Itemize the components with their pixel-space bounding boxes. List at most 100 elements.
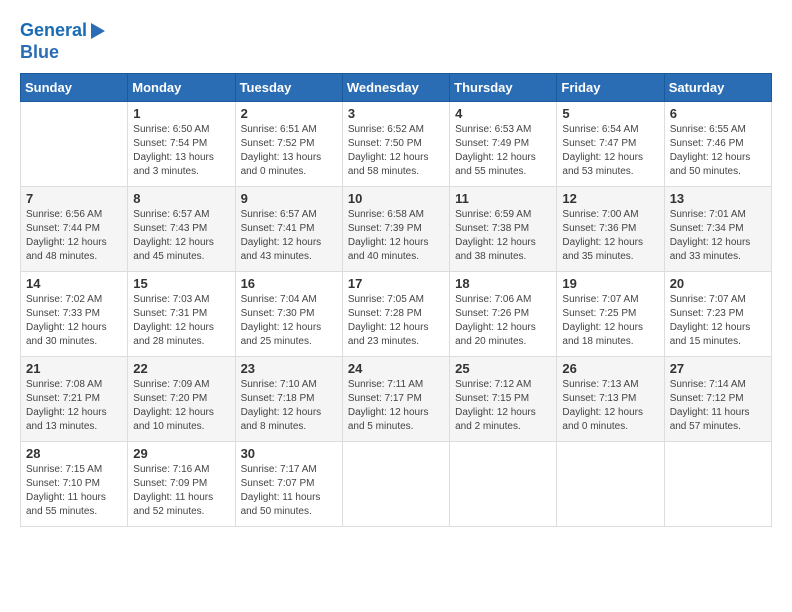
calendar-cell: 27Sunrise: 7:14 AMSunset: 7:12 PMDayligh…: [664, 357, 771, 442]
day-number: 7: [26, 191, 122, 206]
day-info: Sunrise: 7:01 AMSunset: 7:34 PMDaylight:…: [670, 208, 766, 264]
calendar-cell: 30 Sunrise: 7:17 AMSunset: 7:07 PMDayligh…: [235, 442, 342, 527]
day-info: Sunrise: 7:07 AMSunset: 7:25 PMDaylight:…: [562, 293, 658, 349]
calendar-header-wednesday: Wednesday: [342, 74, 449, 102]
calendar-week-row: 1Sunrise: 6:50 AMSunset: 7:54 PMDaylight…: [21, 102, 772, 187]
calendar-cell: 12 Sunrise: 7:00 AMSunset: 7:36 PMDayligh…: [557, 187, 664, 272]
day-number: 22: [133, 361, 229, 376]
day-number: 16: [241, 276, 337, 291]
day-number: 5: [562, 106, 658, 121]
day-info: Sunrise: 7:14 AMSunset: 7:12 PMDaylight:…: [670, 378, 766, 434]
day-info: Sunrise: 6:55 AMSunset: 7:46 PMDaylight:…: [670, 123, 766, 179]
day-info: Sunrise: 7:02 AMSunset: 7:33 PMDaylight:…: [26, 293, 122, 349]
calendar-cell: 28 Sunrise: 7:15 AMSunset: 7:10 PMDayligh…: [21, 442, 128, 527]
calendar-cell: 10Sunrise: 6:58 AMSunset: 7:39 PMDayligh…: [342, 187, 449, 272]
calendar-cell: [342, 442, 449, 527]
calendar-cell: 20 Sunrise: 7:07 AMSunset: 7:23 PMDayligh…: [664, 272, 771, 357]
calendar-cell: [21, 102, 128, 187]
day-number: 14: [26, 276, 122, 291]
calendar-cell: 16 Sunrise: 7:04 AMSunset: 7:30 PMDayligh…: [235, 272, 342, 357]
calendar-cell: 8 Sunrise: 6:57 AMSunset: 7:43 PMDaylight…: [128, 187, 235, 272]
day-info: Sunrise: 7:06 AMSunset: 7:26 PMDaylight:…: [455, 293, 551, 349]
calendar-cell: 5 Sunrise: 6:54 AMSunset: 7:47 PMDaylight…: [557, 102, 664, 187]
day-number: 10: [348, 191, 444, 206]
day-info: Sunrise: 7:09 AMSunset: 7:20 PMDaylight:…: [133, 378, 229, 434]
calendar-cell: 1Sunrise: 6:50 AMSunset: 7:54 PMDaylight…: [128, 102, 235, 187]
calendar-week-row: 28 Sunrise: 7:15 AMSunset: 7:10 PMDayligh…: [21, 442, 772, 527]
calendar-cell: 7 Sunrise: 6:56 AMSunset: 7:44 PMDaylight…: [21, 187, 128, 272]
calendar-cell: 15Sunrise: 7:03 AMSunset: 7:31 PMDayligh…: [128, 272, 235, 357]
logo: General Blue: [20, 20, 105, 63]
day-info: Sunrise: 7:00 AMSunset: 7:36 PMDaylight:…: [562, 208, 658, 264]
calendar-cell: 23 Sunrise: 7:10 AMSunset: 7:18 PMDayligh…: [235, 357, 342, 442]
day-info: Sunrise: 7:08 AMSunset: 7:21 PMDaylight:…: [26, 378, 122, 434]
calendar-cell: 29 Sunrise: 7:16 AMSunset: 7:09 PMDayligh…: [128, 442, 235, 527]
day-info: Sunrise: 7:07 AMSunset: 7:23 PMDaylight:…: [670, 293, 766, 349]
day-info: Sunrise: 6:57 AMSunset: 7:41 PMDaylight:…: [241, 208, 337, 264]
day-info: Sunrise: 7:13 AMSunset: 7:13 PMDaylight:…: [562, 378, 658, 434]
day-number: 12: [562, 191, 658, 206]
day-number: 21: [26, 361, 122, 376]
day-number: 9: [241, 191, 337, 206]
day-info: Sunrise: 7:12 AMSunset: 7:15 PMDaylight:…: [455, 378, 551, 434]
calendar-cell: 9 Sunrise: 6:57 AMSunset: 7:41 PMDaylight…: [235, 187, 342, 272]
day-number: 23: [241, 361, 337, 376]
calendar-cell: 19 Sunrise: 7:07 AMSunset: 7:25 PMDayligh…: [557, 272, 664, 357]
day-info: Sunrise: 7:04 AMSunset: 7:30 PMDaylight:…: [241, 293, 337, 349]
calendar-header-saturday: Saturday: [664, 74, 771, 102]
calendar-header-thursday: Thursday: [450, 74, 557, 102]
day-info: Sunrise: 7:10 AMSunset: 7:18 PMDaylight:…: [241, 378, 337, 434]
calendar-table: SundayMondayTuesdayWednesdayThursdayFrid…: [20, 73, 772, 527]
calendar-cell: 3Sunrise: 6:52 AMSunset: 7:50 PMDaylight…: [342, 102, 449, 187]
calendar-header-row: SundayMondayTuesdayWednesdayThursdayFrid…: [21, 74, 772, 102]
day-number: 29: [133, 446, 229, 461]
calendar-cell: 22 Sunrise: 7:09 AMSunset: 7:20 PMDayligh…: [128, 357, 235, 442]
calendar-cell: 4Sunrise: 6:53 AMSunset: 7:49 PMDaylight…: [450, 102, 557, 187]
calendar-cell: 2 Sunrise: 6:51 AMSunset: 7:52 PMDaylight…: [235, 102, 342, 187]
calendar-header-tuesday: Tuesday: [235, 74, 342, 102]
day-number: 17: [348, 276, 444, 291]
day-number: 11: [455, 191, 551, 206]
day-info: Sunrise: 7:11 AMSunset: 7:17 PMDaylight:…: [348, 378, 444, 434]
calendar-cell: 13Sunrise: 7:01 AMSunset: 7:34 PMDayligh…: [664, 187, 771, 272]
day-number: 26: [562, 361, 658, 376]
page-header: General Blue: [20, 20, 772, 63]
day-info: Sunrise: 6:54 AMSunset: 7:47 PMDaylight:…: [562, 123, 658, 179]
logo-text-general: General: [20, 20, 87, 42]
calendar-cell: [557, 442, 664, 527]
calendar-cell: 11 Sunrise: 6:59 AMSunset: 7:38 PMDayligh…: [450, 187, 557, 272]
calendar-week-row: 21 Sunrise: 7:08 AMSunset: 7:21 PMDayligh…: [21, 357, 772, 442]
calendar-cell: 25 Sunrise: 7:12 AMSunset: 7:15 PMDayligh…: [450, 357, 557, 442]
calendar-cell: [450, 442, 557, 527]
calendar-cell: 6 Sunrise: 6:55 AMSunset: 7:46 PMDaylight…: [664, 102, 771, 187]
day-info: Sunrise: 6:56 AMSunset: 7:44 PMDaylight:…: [26, 208, 122, 264]
day-info: Sunrise: 6:59 AMSunset: 7:38 PMDaylight:…: [455, 208, 551, 264]
calendar-cell: 17Sunrise: 7:05 AMSunset: 7:28 PMDayligh…: [342, 272, 449, 357]
calendar-cell: 14 Sunrise: 7:02 AMSunset: 7:33 PMDayligh…: [21, 272, 128, 357]
day-number: 25: [455, 361, 551, 376]
day-number: 6: [670, 106, 766, 121]
day-number: 18: [455, 276, 551, 291]
day-number: 24: [348, 361, 444, 376]
day-info: Sunrise: 6:51 AMSunset: 7:52 PMDaylight:…: [241, 123, 337, 179]
day-info: Sunrise: 7:16 AMSunset: 7:09 PMDaylight:…: [133, 463, 229, 519]
logo-arrow-icon: [91, 23, 105, 39]
day-info: Sunrise: 6:57 AMSunset: 7:43 PMDaylight:…: [133, 208, 229, 264]
day-info: Sunrise: 7:15 AMSunset: 7:10 PMDaylight:…: [26, 463, 122, 519]
day-info: Sunrise: 6:53 AMSunset: 7:49 PMDaylight:…: [455, 123, 551, 179]
calendar-header-monday: Monday: [128, 74, 235, 102]
day-info: Sunrise: 7:17 AMSunset: 7:07 PMDaylight:…: [241, 463, 337, 519]
calendar-cell: [664, 442, 771, 527]
day-number: 20: [670, 276, 766, 291]
calendar-cell: 26 Sunrise: 7:13 AMSunset: 7:13 PMDayligh…: [557, 357, 664, 442]
logo-text-blue: Blue: [20, 42, 59, 64]
calendar-header-sunday: Sunday: [21, 74, 128, 102]
day-number: 30: [241, 446, 337, 461]
day-info: Sunrise: 6:50 AMSunset: 7:54 PMDaylight:…: [133, 123, 229, 179]
day-info: Sunrise: 6:52 AMSunset: 7:50 PMDaylight:…: [348, 123, 444, 179]
day-number: 2: [241, 106, 337, 121]
day-number: 28: [26, 446, 122, 461]
calendar-cell: 21 Sunrise: 7:08 AMSunset: 7:21 PMDayligh…: [21, 357, 128, 442]
day-number: 19: [562, 276, 658, 291]
day-number: 8: [133, 191, 229, 206]
